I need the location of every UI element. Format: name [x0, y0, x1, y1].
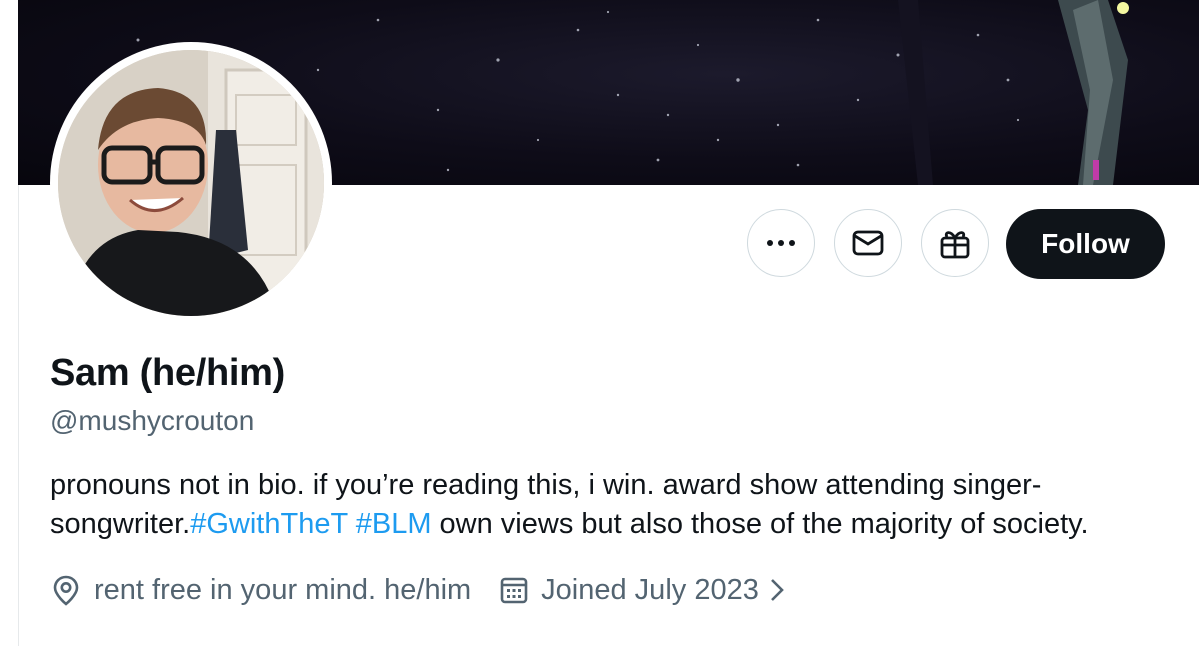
- bio-text: own views but also those of the majority…: [439, 508, 1089, 540]
- message-button[interactable]: [834, 209, 902, 277]
- location: rent free in your mind. he/him: [50, 574, 471, 607]
- chevron-right-icon: [770, 579, 784, 601]
- more-button[interactable]: [747, 209, 815, 277]
- joined-date[interactable]: Joined July 2023: [499, 574, 785, 607]
- location-pin-icon: [53, 575, 79, 606]
- joined-text: Joined July 2023: [541, 573, 759, 606]
- profile-actions: Follow: [0, 209, 1199, 281]
- display-name: Sam (he/him): [50, 352, 285, 394]
- envelope-icon: [852, 230, 884, 256]
- location-text: rent free in your mind. he/him: [94, 573, 472, 606]
- more-icon: [767, 240, 795, 246]
- profile-meta: rent free in your mind. he/him Joined Ju…: [50, 570, 785, 610]
- calendar-icon: [500, 577, 528, 604]
- hashtag-link[interactable]: #GwithTheT: [190, 508, 347, 540]
- user-handle: @mushycrouton: [50, 405, 255, 436]
- bio: pronouns not in bio. if you’re reading t…: [50, 466, 1170, 544]
- follow-button[interactable]: Follow: [1006, 209, 1165, 279]
- following-stats-cutoff: [0, 638, 1199, 646]
- hashtag-link[interactable]: #BLM: [356, 508, 432, 540]
- gift-icon: [940, 231, 970, 259]
- gift-button[interactable]: [921, 209, 989, 277]
